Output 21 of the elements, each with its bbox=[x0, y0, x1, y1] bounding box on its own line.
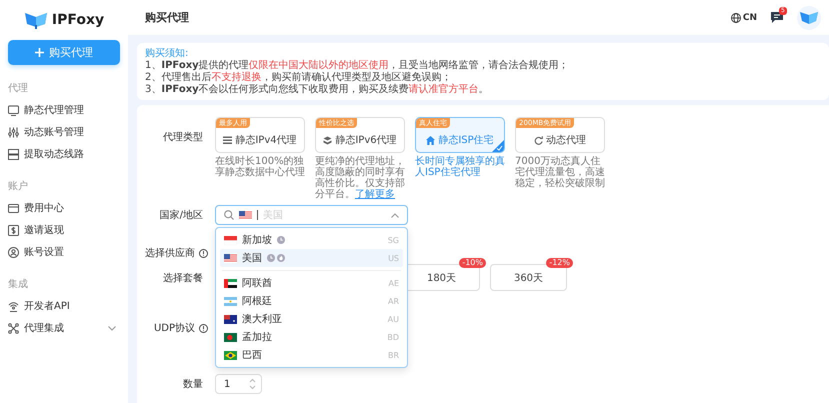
page-title: 购买代理 bbox=[145, 10, 189, 25]
discount-badge: -10% bbox=[459, 258, 486, 268]
section-title: 代理 bbox=[8, 82, 29, 96]
notice-line: 2、代理售出后不支持退换，购买前请确认代理类型及地区避免误购； bbox=[145, 72, 452, 84]
logo-text: IPFoxy bbox=[52, 12, 104, 28]
notice-line: 3、IPFoxy不会以任何形式向您线下收取费用，购买及续费请认准官方平台。 bbox=[145, 84, 490, 96]
field-label: 选择供应商 bbox=[144, 246, 195, 260]
field-label: 选择套餐 bbox=[162, 272, 203, 284]
field-label: 国家/地区 bbox=[158, 208, 203, 222]
notice-line: 1、IPFoxy提供的代理仅限在中国大陆以外的地区使用，且受当地网络监管，请合法合规使用； bbox=[145, 60, 570, 72]
field-label: 数量 bbox=[182, 378, 203, 391]
discount-badge: -12% bbox=[546, 258, 573, 268]
field-label: UDP协议 bbox=[152, 322, 195, 335]
proxy-type-description: 7000万动态真人住宅代理流量包，高速稳定，轻松突破限制 bbox=[515, 156, 605, 189]
proxy-type-description: 长时间专属独享的真人ISP住宅代理 bbox=[415, 156, 505, 178]
proxy-type-description: 在线时长100%的独享静态数据中心代理 bbox=[215, 156, 305, 178]
field-label: 代理类型 bbox=[162, 130, 203, 144]
section-title: 集成 bbox=[8, 278, 29, 292]
proxy-type-description: 更纯净的代理地址，高度隐蔽的同时享有高性价比。仅支持部分平台。了解更多 bbox=[315, 156, 405, 200]
notice-title: 购买须知: bbox=[145, 47, 190, 60]
section-title: 账户 bbox=[8, 180, 29, 194]
